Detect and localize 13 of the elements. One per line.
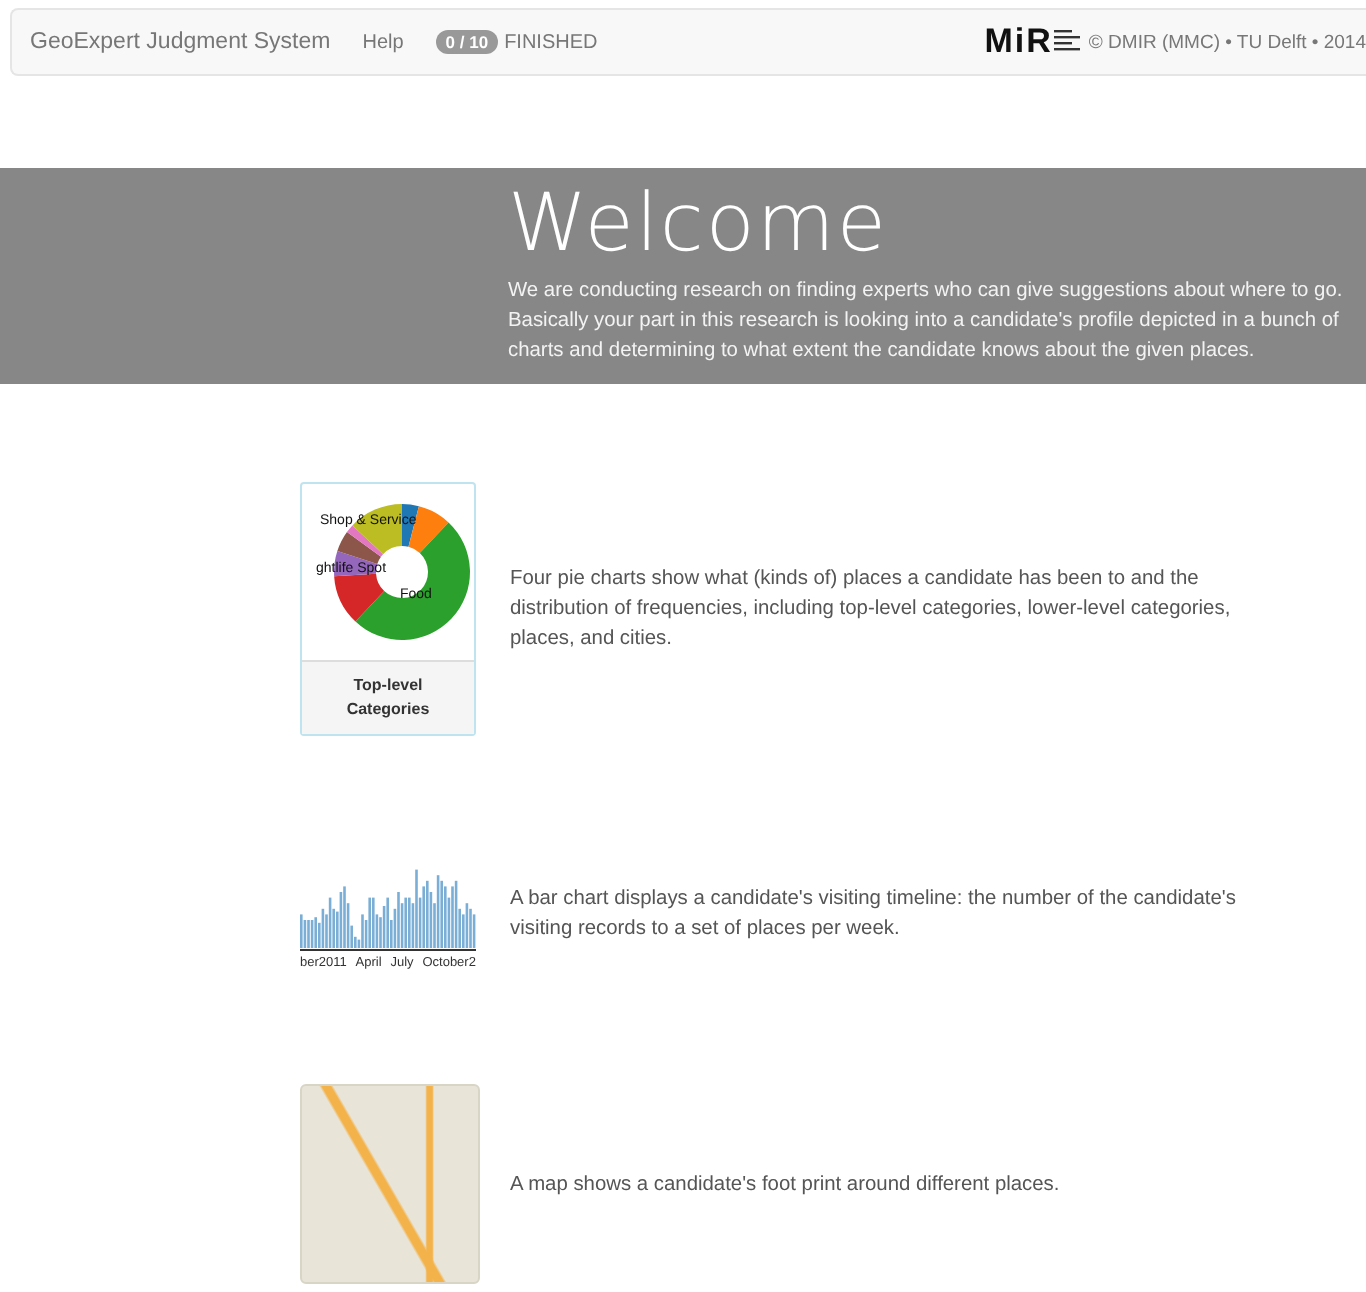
hero-text: We are conducting research on finding experts who can give suggestions about where to go. Basically your part in this research is looking into a candidate's profile depicted in a bunch of charts and determining to what extent the candidate knows about the given places. (508, 278, 1345, 366)
description-text: A bar chart displays a candidate's visiting timeline: the number of the candidate's visiting records to a set of places per week. (510, 886, 1238, 944)
brand-link[interactable]: GeoExpert Judgment System (30, 30, 331, 54)
logo: MiR (984, 22, 1053, 62)
hero-title: Welcome (508, 180, 890, 268)
copyright-text: © DMIR (MMC) • TU Delft • 2014 (1088, 31, 1366, 53)
progress-label: FINISHED (504, 31, 598, 53)
thumbnail-caption: Top-level Categories (302, 662, 474, 734)
description-text: A map shows a candidate's foot print around different places. (510, 1171, 1062, 1199)
progress-badge: 0 / 10 (435, 30, 499, 54)
logo-lines-icon (1054, 30, 1083, 54)
nav-link[interactable]: Help (362, 31, 404, 53)
description-text: Four pie charts show what (kinds of) places a candidate has been to and the distribution of frequencies, including top-level categories, lower-level categories, places, and cities. (510, 566, 1233, 654)
